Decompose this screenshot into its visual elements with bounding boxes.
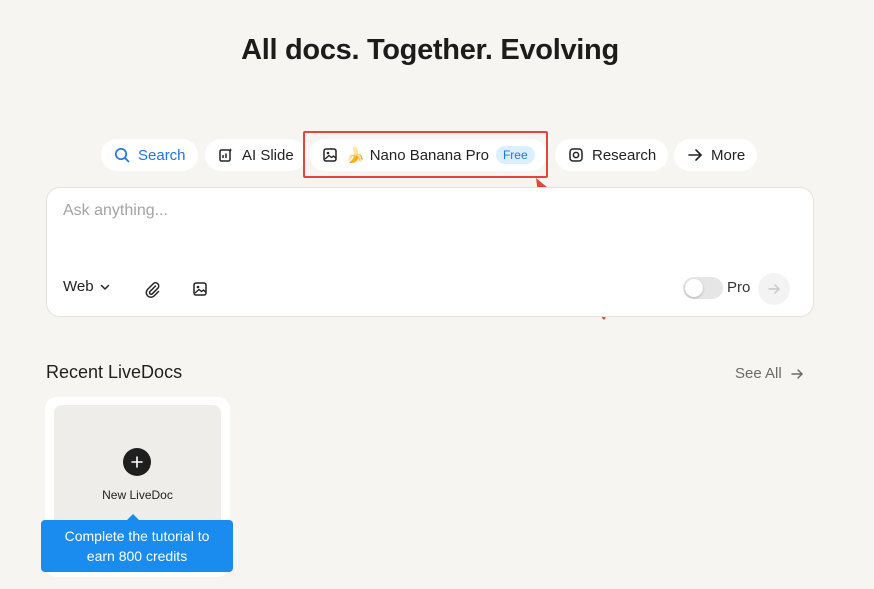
web-source-label: Web: [63, 278, 94, 295]
search-icon: [113, 146, 131, 164]
banana-emoji: 🍌: [346, 147, 365, 164]
attach-button[interactable]: [141, 278, 163, 300]
see-all-link[interactable]: See All: [735, 365, 804, 382]
more-chip[interactable]: More: [674, 139, 758, 171]
prompt-composer: Web Pro: [46, 187, 814, 317]
nano-banana-pro-chip[interactable]: 🍌 Nano Banana Pro Free: [309, 139, 547, 171]
more-chip-label: More: [711, 146, 746, 164]
arrow-right-icon: [768, 284, 780, 294]
see-all-label: See All: [735, 365, 782, 382]
research-chip[interactable]: Research: [555, 139, 669, 171]
web-source-select[interactable]: Web: [63, 278, 111, 295]
search-chip[interactable]: Search: [101, 139, 198, 171]
pro-toggle-knob: [685, 279, 703, 297]
page-headline: All docs. Together. Evolving: [241, 34, 619, 66]
image-icon: [321, 146, 339, 164]
arrow-right-icon: [686, 146, 704, 164]
chevron-down-icon: [100, 284, 109, 290]
pro-toggle[interactable]: [683, 277, 723, 299]
tutorial-tooltip[interactable]: Complete the tutorial to earn 800 credit…: [41, 514, 233, 572]
ai-slide-chip[interactable]: AI Slide: [205, 139, 306, 171]
image-icon: [193, 282, 207, 296]
image-upload-button[interactable]: [189, 278, 211, 300]
slide-icon: [217, 146, 235, 164]
tooltip-line-1: Complete the tutorial to: [64, 528, 210, 544]
recent-livedocs-title: Recent LiveDocs: [46, 362, 183, 382]
research-chip-label: Research: [592, 146, 657, 164]
plus-icon: [123, 448, 151, 476]
search-chip-label: Search: [138, 146, 186, 164]
free-badge: Free: [495, 146, 535, 164]
nano-banana-pro-chip-label: Nano Banana Pro: [369, 146, 489, 164]
ask-input[interactable]: [63, 202, 763, 220]
tooltip-line-2: earn 800 credits: [86, 548, 188, 564]
pro-label: Pro: [727, 279, 751, 296]
arrow-right-icon: [790, 368, 803, 379]
send-button[interactable]: [758, 273, 790, 305]
new-livedoc-label: New LiveDoc: [102, 488, 173, 502]
mode-chips: Search AI Slide 🍌 Nano Banana Pro Free R…: [0, 139, 874, 171]
ai-slide-chip-label: AI Slide: [242, 146, 294, 164]
research-icon: [567, 146, 585, 164]
paperclip-icon: [145, 282, 160, 298]
